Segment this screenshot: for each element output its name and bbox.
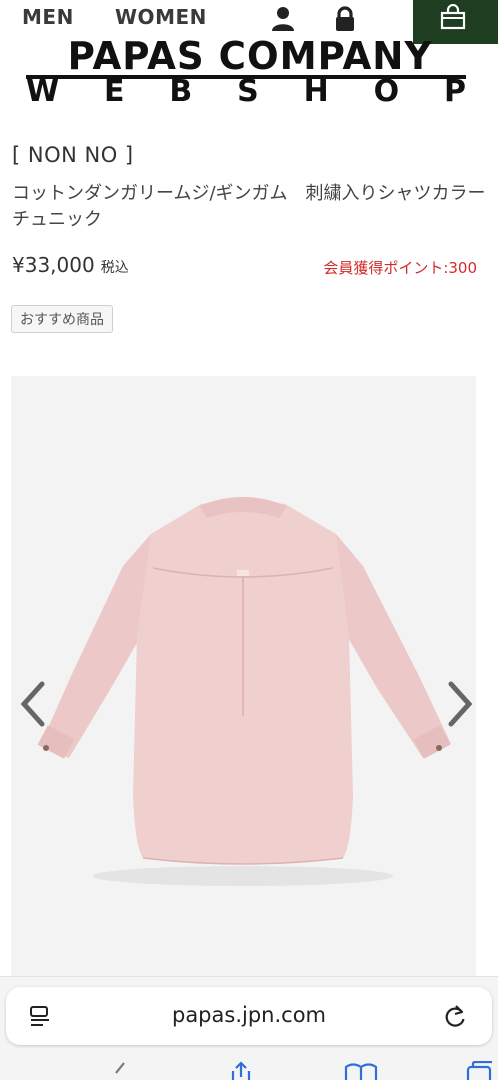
- user-icon[interactable]: [271, 6, 295, 32]
- nav-women-link[interactable]: WOMEN: [115, 5, 207, 29]
- logo-subtitle: W E B S H O P: [26, 76, 466, 108]
- reload-icon[interactable]: [442, 1003, 468, 1033]
- member-points: 会員獲得ポイント:300: [323, 259, 477, 277]
- product-image[interactable]: [11, 376, 476, 976]
- logo-letter: B: [169, 74, 193, 109]
- chevron-right-icon[interactable]: [445, 680, 475, 728]
- lock-icon[interactable]: [333, 6, 357, 32]
- browser-bottom-bar: [0, 1057, 498, 1080]
- url-text: papas.jpn.com: [171, 1003, 326, 1027]
- nav-men-link[interactable]: MEN: [22, 5, 74, 29]
- chevron-left-icon[interactable]: [18, 680, 48, 728]
- tax-label: 税込: [100, 260, 129, 276]
- tabs-icon[interactable]: [466, 1060, 494, 1080]
- logo-letter: H: [303, 74, 329, 109]
- logo-letter: E: [103, 74, 125, 109]
- top-nav: MEN WOMEN: [0, 0, 498, 44]
- site-logo[interactable]: PAPAS COMPANY W E B S H O P: [0, 36, 498, 108]
- browser-toolbar: papas.jpn.com: [0, 976, 498, 1080]
- product-title: コットンダンガリームジ/ギンガム 刺繍入りシャツカラーチュニック: [12, 183, 486, 230]
- logo-letter: S: [237, 74, 259, 109]
- address-bar[interactable]: papas.jpn.com: [6, 987, 492, 1045]
- price-value: ¥33,000: [12, 253, 95, 277]
- share-icon[interactable]: [228, 1061, 254, 1080]
- product-brand[interactable]: [ NON NO ]: [12, 143, 134, 167]
- recommended-badge[interactable]: おすすめ商品: [11, 305, 113, 333]
- shirt-illustration: [11, 376, 476, 976]
- bookmarks-icon[interactable]: [344, 1061, 378, 1080]
- logo-letter: P: [443, 74, 466, 109]
- logo-letter: W: [26, 74, 60, 109]
- back-icon[interactable]: [112, 1061, 128, 1080]
- product-price: ¥33,000 税込: [12, 253, 129, 277]
- logo-letter: O: [373, 74, 400, 109]
- logo-title: PAPAS COMPANY: [67, 34, 433, 78]
